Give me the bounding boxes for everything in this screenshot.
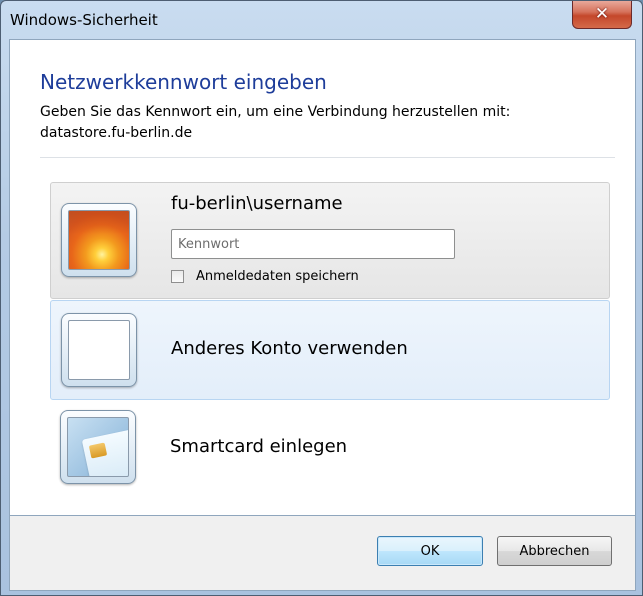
smartcard-icon (67, 417, 129, 477)
server-address: datastore.fu-berlin.de (40, 125, 193, 141)
close-button[interactable]: ✕ (572, 1, 632, 29)
ok-button[interactable]: OK (377, 536, 483, 566)
window-title: Windows-Sicherheit (10, 11, 158, 29)
close-icon: ✕ (594, 4, 610, 24)
button-bar: OK Abbrechen (9, 516, 636, 591)
dialog-description: Geben Sie das Kennwort ein, um eine Verb… (40, 102, 510, 144)
smartcard-label: Smartcard einlegen (170, 436, 348, 457)
other-account-label: Anderes Konto verwenden (171, 338, 408, 359)
dialog-content: Netzwerkkennwort eingeben Geben Sie das … (9, 39, 636, 516)
remember-credentials-checkbox[interactable] (171, 269, 184, 283)
blank-account-icon (68, 320, 130, 380)
remember-credentials-row[interactable]: Anmeldedaten speichern (171, 267, 359, 285)
smartcard-frame (60, 410, 136, 484)
account-tile-smartcard[interactable]: Smartcard einlegen (50, 400, 610, 500)
description-line-1: Geben Sie das Kennwort ein, um eine Verb… (40, 104, 511, 120)
divider (40, 157, 615, 158)
cancel-button[interactable]: Abbrechen (497, 536, 612, 566)
account-tile-other-account[interactable]: Anderes Konto verwenden (50, 300, 610, 400)
blank-account-frame (61, 313, 137, 387)
user-flower-avatar-icon (68, 210, 130, 270)
account-tile-current-user[interactable]: fu-berlin\username Anmeldedaten speicher… (50, 182, 610, 299)
username-label: fu-berlin\username (171, 193, 343, 214)
remember-credentials-label[interactable]: Anmeldedaten speichern (196, 269, 359, 284)
title-bar[interactable]: Windows-Sicherheit ✕ (1, 1, 642, 39)
password-input[interactable] (171, 229, 455, 259)
dialog-heading: Netzwerkkennwort eingeben (40, 70, 327, 94)
security-dialog-window: Windows-Sicherheit ✕ Netzwerkkennwort ei… (0, 0, 643, 596)
user-avatar-frame (61, 203, 137, 277)
